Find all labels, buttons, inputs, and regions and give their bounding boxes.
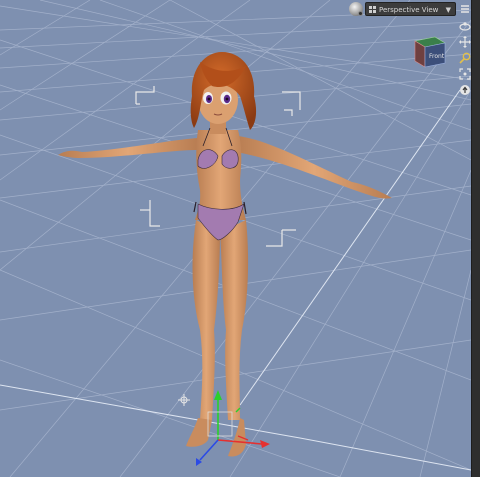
viewport-side-strip	[471, 0, 480, 477]
universal-tool-icon	[178, 394, 190, 406]
reset-view-icon[interactable]	[459, 84, 471, 96]
pan-camera-icon[interactable]	[459, 36, 471, 48]
orbit-camera-icon[interactable]	[459, 20, 471, 32]
zoom-key-icon[interactable]	[459, 52, 471, 64]
scene-canvas[interactable]	[0, 0, 471, 477]
frame-icon[interactable]	[459, 68, 471, 80]
render-sphere-icon[interactable]	[349, 2, 363, 16]
camera-view-dropdown[interactable]: Perspective View ▼	[365, 2, 456, 16]
character-figure[interactable]	[58, 52, 392, 457]
cube-face-label: Front	[429, 53, 445, 60]
grid-view-icon	[369, 6, 376, 13]
menu-lines-icon[interactable]	[459, 3, 471, 15]
camera-view-label: Perspective View	[379, 6, 439, 14]
3d-viewport[interactable]: Perspective View ▼ Front	[0, 0, 471, 477]
chevron-down-icon: ▼	[445, 6, 451, 14]
navigation-cube[interactable]: Front	[409, 31, 449, 71]
